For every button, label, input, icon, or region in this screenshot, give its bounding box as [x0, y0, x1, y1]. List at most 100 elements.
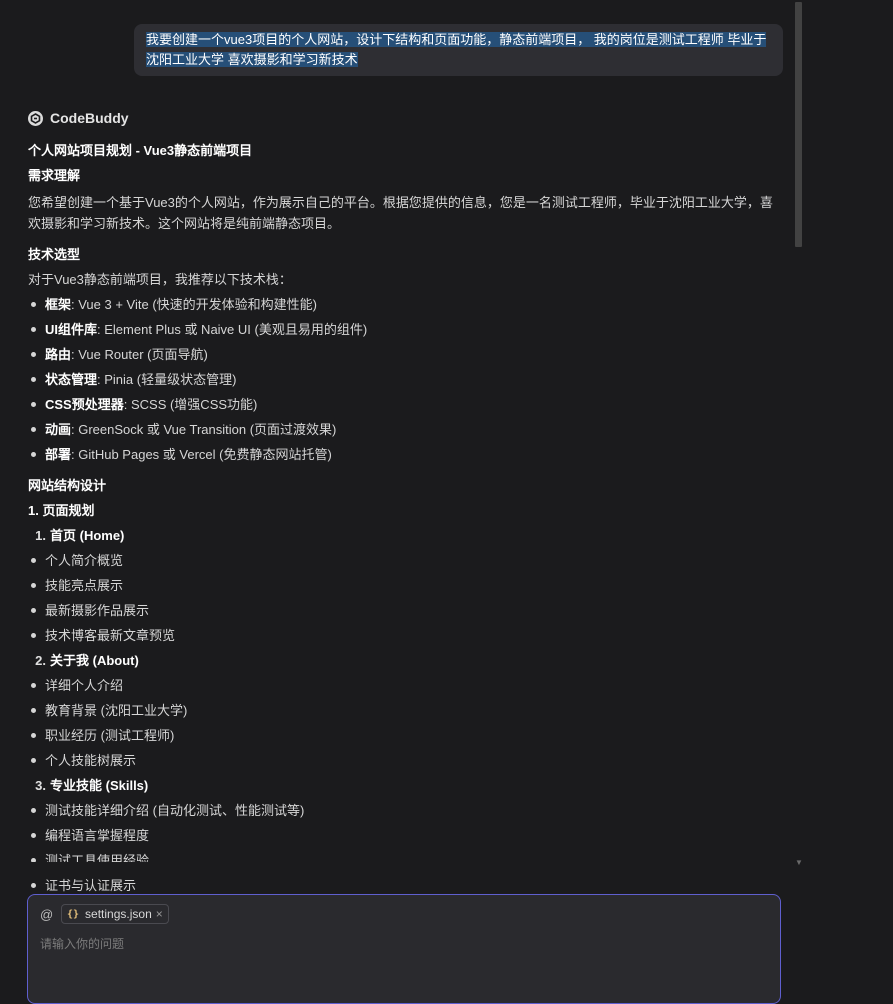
page-feature-text: 详细个人介绍: [45, 678, 124, 693]
page-item: 3. 专业技能 (Skills): [28, 773, 780, 798]
assistant-response: CodeBuddy 个人网站项目规划 - Vue3静态前端项目 需求理解 您希望…: [28, 108, 780, 898]
page-title: 关于我 (About): [50, 653, 139, 668]
remove-file-icon[interactable]: ×: [156, 907, 163, 921]
page-feature-item: 技术博客最新文章预览: [28, 623, 780, 648]
tech-list-item: 路由: Vue Router (页面导航): [28, 342, 780, 367]
page-feature-item: 编程语言掌握程度: [28, 823, 780, 848]
page-feature-text: 技能亮点展示: [45, 578, 124, 593]
page-item: 1. 首页 (Home): [28, 523, 780, 548]
tech-intro: 对于Vue3静态前端项目，我推荐以下技术栈：: [28, 272, 292, 287]
tech-list-item: 框架: Vue 3 + Vite (快速的开发体验和构建性能): [28, 292, 780, 317]
bullet-icon: [31, 452, 36, 457]
bullet-icon: [31, 377, 36, 382]
bullet-icon: [31, 608, 36, 613]
bullet-icon: [31, 633, 36, 638]
bullet-icon: [31, 808, 36, 813]
context-file-name: settings.json: [85, 907, 152, 921]
tech-item-value: : Vue 3 + Vite (快速的开发体验和构建性能): [71, 297, 317, 312]
page-title: 专业技能 (Skills): [50, 778, 149, 793]
bullet-icon: [31, 302, 36, 307]
user-message-selection: 我要创建一个vue3项目的个人网站，设计下结构和页面功能，静态前端项目， 我的岗…: [146, 32, 767, 67]
tech-item-value: : SCSS (增强CSS功能): [123, 397, 258, 412]
tech-item-text: CSS预处理器: SCSS (增强CSS功能): [45, 392, 257, 417]
tech-item-value: : Pinia (轻量级状态管理): [97, 372, 237, 387]
tech-item-text: 部署: GitHub Pages 或 Vercel (免费静态网站托管): [45, 442, 332, 467]
bullet-icon: [31, 708, 36, 713]
bullet-icon: [31, 883, 36, 888]
page-feature-item: 最新摄影作品展示: [28, 598, 780, 623]
bullet-icon: [31, 402, 36, 407]
tech-heading: 技术选型: [28, 247, 81, 262]
tech-item-text: 路由: Vue Router (页面导航): [45, 342, 208, 367]
requirements-heading: 需求理解: [28, 168, 81, 183]
codebuddy-logo-icon: [28, 110, 43, 126]
tech-item-value: : Element Plus 或 Naive UI (美观且易用的组件): [97, 322, 368, 337]
page-title: 首页 (Home): [50, 528, 125, 543]
page-number: 2.: [35, 653, 46, 668]
bullet-icon: [31, 558, 36, 563]
tech-item-value: : GreenSock 或 Vue Transition (页面过渡效果): [71, 422, 337, 437]
scrollbar-thumb[interactable]: [795, 2, 802, 247]
bullet-icon: [31, 583, 36, 588]
bullet-icon: [31, 683, 36, 688]
page-number: 1.: [35, 528, 46, 543]
tech-item-text: 状态管理: Pinia (轻量级状态管理): [45, 367, 236, 392]
page-feature-text: 测试技能详细介绍 (自动化测试、性能测试等): [45, 803, 305, 818]
bullet-icon: [31, 427, 36, 432]
chat-input-field[interactable]: 请输入你的问题: [40, 935, 124, 952]
tech-item-text: 框架: Vue 3 + Vite (快速的开发体验和构建性能): [45, 292, 317, 317]
assistant-header: CodeBuddy: [28, 108, 780, 128]
content-clip: [0, 862, 793, 874]
bullet-icon: [31, 758, 36, 763]
response-title: 个人网站项目规划 - Vue3静态前端项目: [28, 143, 253, 158]
tech-item-key: 状态管理: [45, 372, 98, 387]
structure-subheading: 1. 页面规划: [28, 503, 95, 518]
tech-list-item: UI组件库: Element Plus 或 Naive UI (美观且易用的组件…: [28, 317, 780, 342]
page-feature-text: 教育背景 (沈阳工业大学): [45, 703, 188, 718]
tech-list-item: CSS预处理器: SCSS (增强CSS功能): [28, 392, 780, 417]
json-file-icon: {}: [67, 908, 80, 920]
tech-item-text: UI组件库: Element Plus 或 Naive UI (美观且易用的组件…: [45, 317, 367, 342]
page-feature-item: 技能亮点展示: [28, 573, 780, 598]
tech-item-key: UI组件库: [45, 322, 98, 337]
chat-input-box[interactable]: @ {} settings.json × 请输入你的问题: [27, 894, 781, 1004]
bullet-icon: [31, 733, 36, 738]
tech-item-key: CSS预处理器: [45, 397, 124, 412]
tech-list: 框架: Vue 3 + Vite (快速的开发体验和构建性能) UI组件库: El…: [28, 292, 780, 467]
page-feature-text: 个人技能树展示: [45, 753, 137, 768]
page-feature-item: 测试技能详细介绍 (自动化测试、性能测试等): [28, 798, 780, 823]
page-feature-item: 个人简介概览: [28, 548, 780, 573]
page-feature-text: 个人简介概览: [45, 553, 124, 568]
page-feature-text: 最新摄影作品展示: [45, 603, 150, 618]
tech-list-item: 动画: GreenSock 或 Vue Transition (页面过渡效果): [28, 417, 780, 442]
page-feature-text: 技术博客最新文章预览: [45, 628, 176, 643]
tech-item-key: 框架: [45, 297, 72, 312]
tech-list-item: 部署: GitHub Pages 或 Vercel (免费静态网站托管): [28, 442, 780, 467]
context-file-chip[interactable]: {} settings.json ×: [61, 904, 169, 924]
bullet-icon: [31, 327, 36, 332]
bullet-icon: [31, 833, 36, 838]
requirements-body: 您希望创建一个基于Vue3的个人网站，作为展示自己的平台。根据您提供的信息，您是…: [28, 195, 773, 231]
page-item: 2. 关于我 (About): [28, 648, 780, 673]
page-feature-item: 个人技能树展示: [28, 748, 780, 773]
mention-button[interactable]: @: [40, 907, 53, 922]
scroll-down-icon[interactable]: ▼: [795, 858, 803, 867]
tech-item-key: 路由: [45, 347, 72, 362]
tech-item-key: 部署: [45, 447, 72, 462]
tech-item-key: 动画: [45, 422, 72, 437]
pages-list: 1. 首页 (Home) 个人简介概览 技能亮点展示最新摄影作品展示技术博客最新文章预…: [28, 523, 780, 898]
page-number: 3.: [35, 778, 46, 793]
page-feature-text: 编程语言掌握程度: [45, 828, 150, 843]
tech-item-text: 动画: GreenSock 或 Vue Transition (页面过渡效果): [45, 417, 336, 442]
tech-list-item: 状态管理: Pinia (轻量级状态管理): [28, 367, 780, 392]
user-message-text: 我要创建一个vue3项目的个人网站，设计下结构和页面功能，静态前端项目， 我的岗…: [146, 30, 771, 70]
tech-item-value: : Vue Router (页面导航): [71, 347, 208, 362]
structure-heading: 网站结构设计: [28, 478, 107, 493]
user-message-bubble: 我要创建一个vue3项目的个人网站，设计下结构和页面功能，静态前端项目， 我的岗…: [134, 24, 783, 76]
assistant-name: CodeBuddy: [50, 110, 129, 126]
bullet-icon: [31, 352, 36, 357]
page-feature-item: 职业经历 (测试工程师): [28, 723, 780, 748]
tech-item-value: : GitHub Pages 或 Vercel (免费静态网站托管): [71, 447, 332, 462]
page-feature-item: 教育背景 (沈阳工业大学): [28, 698, 780, 723]
page-feature-text: 职业经历 (测试工程师): [45, 728, 175, 743]
